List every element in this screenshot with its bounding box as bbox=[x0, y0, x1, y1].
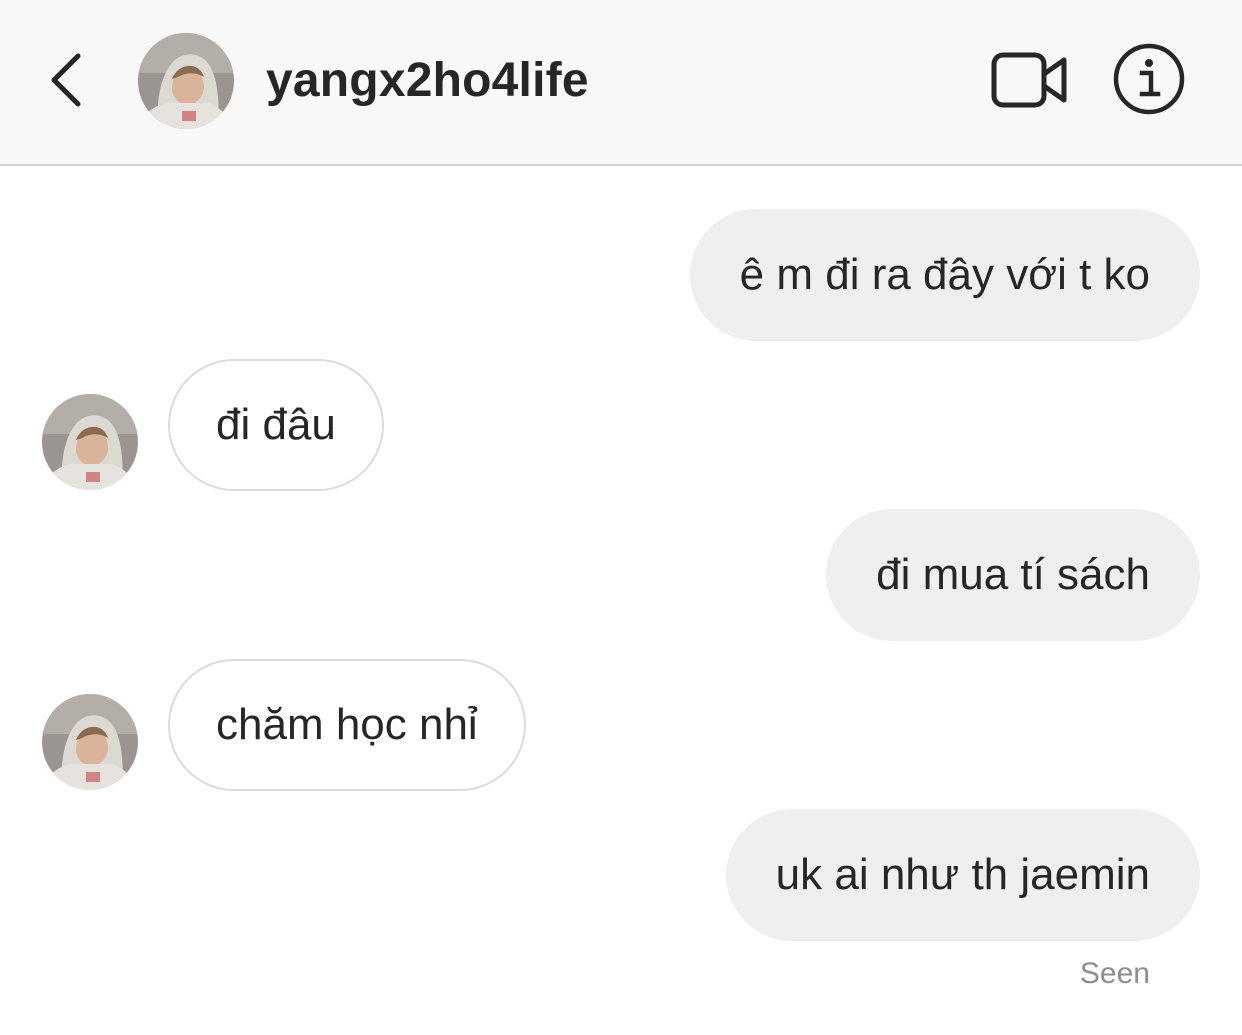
seen-status: Seen bbox=[1079, 957, 1150, 990]
header-avatar[interactable] bbox=[138, 33, 234, 129]
message-text: đi mua tí sách bbox=[876, 550, 1150, 599]
info-icon bbox=[1113, 43, 1185, 115]
message-bubble-sent[interactable]: đi mua tí sách bbox=[826, 509, 1200, 641]
sender-avatar[interactable] bbox=[42, 394, 138, 490]
video-camera-icon bbox=[991, 52, 1067, 108]
back-button[interactable] bbox=[40, 46, 96, 114]
info-button[interactable] bbox=[1112, 42, 1186, 116]
sender-avatar[interactable] bbox=[42, 694, 138, 790]
dm-thread-screen: yangx2ho4life ê m đi ra đây với t ko đi … bbox=[0, 0, 1242, 1035]
message-text: ê m đi ra đây với t ko bbox=[739, 250, 1150, 299]
message-bubble-received[interactable]: đi đâu bbox=[168, 359, 384, 491]
chevron-left-icon bbox=[51, 53, 81, 107]
message-bubble-received[interactable]: chăm học nhỉ bbox=[168, 659, 526, 791]
message-bubble-sent[interactable]: uk ai như th jaemin bbox=[725, 809, 1200, 941]
avatar-photo bbox=[138, 33, 234, 129]
message-bubble-sent[interactable]: ê m đi ra đây với t ko bbox=[689, 209, 1200, 341]
message-text: uk ai như th jaemin bbox=[775, 850, 1150, 899]
message-text: chăm học nhỉ bbox=[216, 700, 478, 749]
avatar-photo bbox=[42, 694, 138, 790]
message-text: đi đâu bbox=[216, 400, 336, 449]
thread-header: yangx2ho4life bbox=[0, 0, 1242, 166]
thread-username[interactable]: yangx2ho4life bbox=[266, 52, 589, 110]
avatar-photo bbox=[42, 394, 138, 490]
video-call-button[interactable] bbox=[990, 46, 1070, 114]
